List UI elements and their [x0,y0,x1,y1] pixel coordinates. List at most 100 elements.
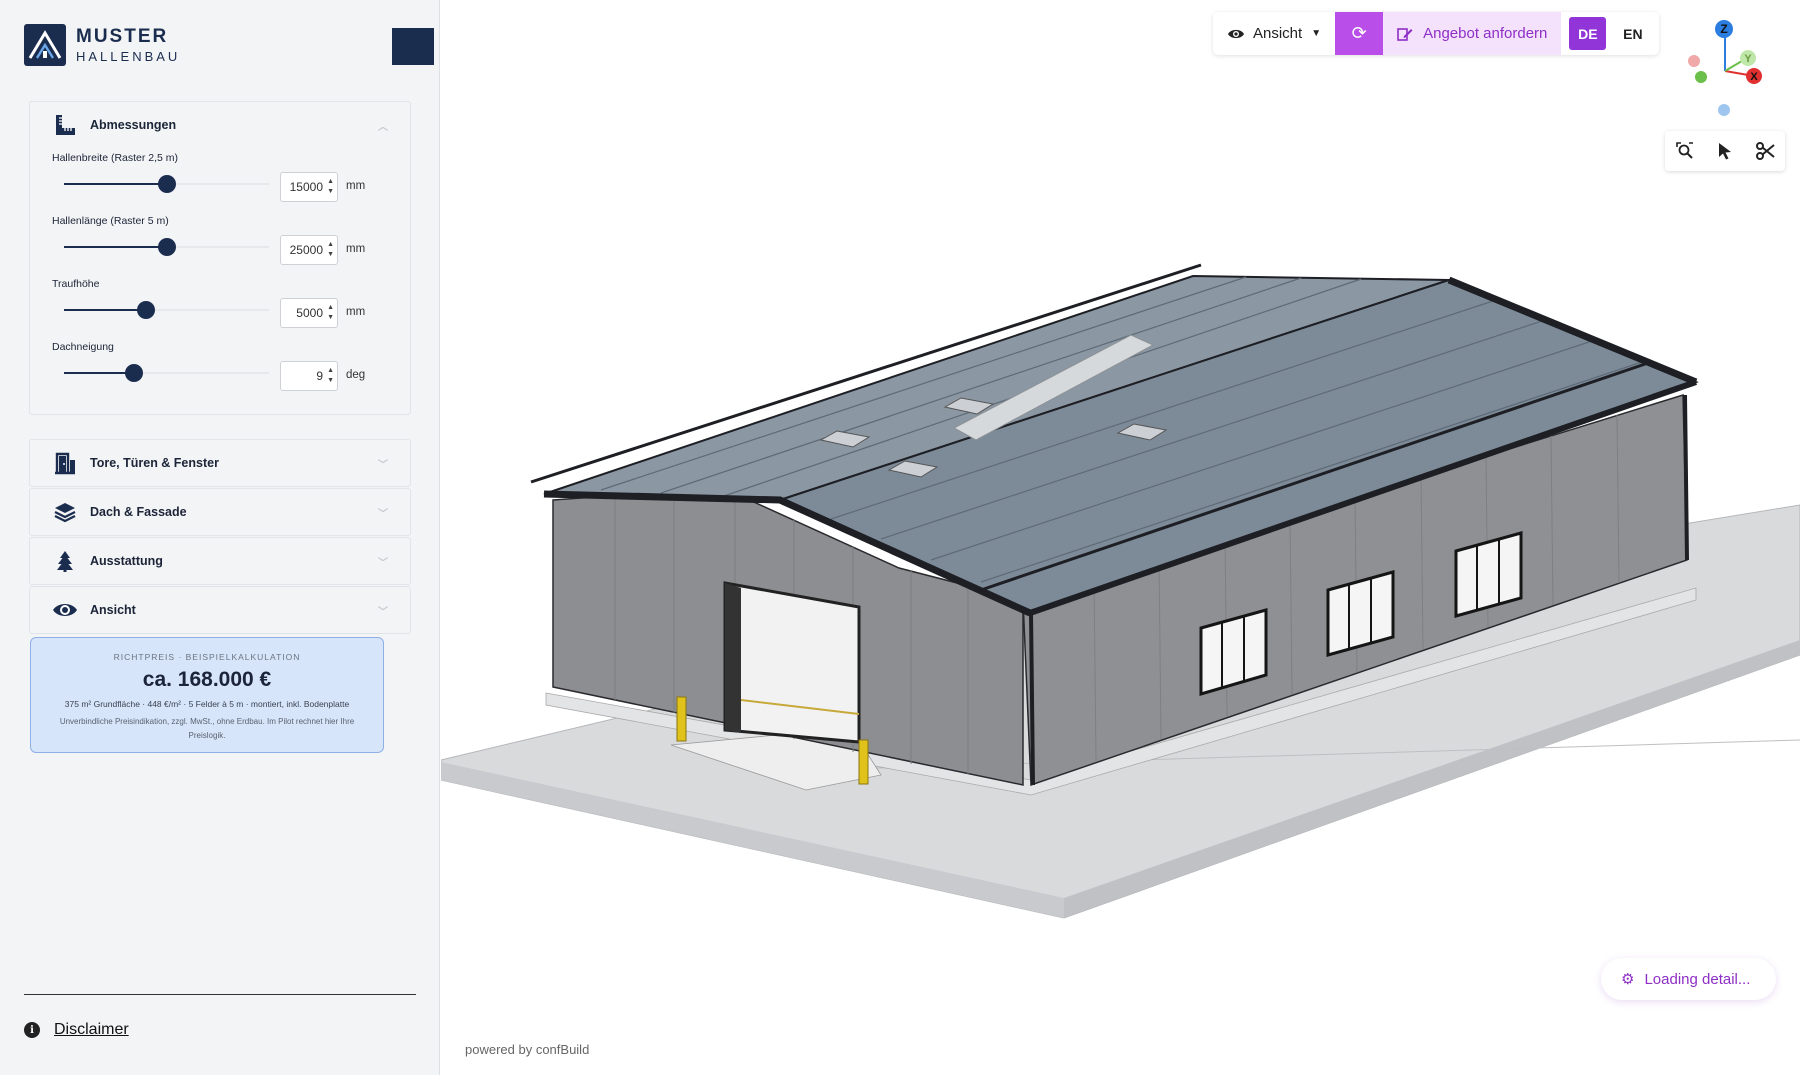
panel-roof-title: Dach & Fassade [90,505,187,519]
view-dropdown-label: Ansicht [1253,25,1303,42]
spinner-icon[interactable]: ▲ ▼ [327,177,334,197]
loading-label: Loading detail... [1644,970,1751,988]
price-detail: 375 m² Grundfläche · 448 €/m² · 5 Felder… [64,699,350,709]
panel-dimensions-header[interactable]: Abmessungen ︿ [30,102,410,148]
chevron-up-icon: ︿ [378,121,388,133]
door-icon [52,451,78,475]
zoom-fit-icon [1676,142,1693,159]
refresh-icon: ⟳ [1351,23,1367,43]
chevron-down-icon: ﹀ [378,508,388,520]
panel-roof-header[interactable]: Dach & Fassade ﹀ [30,489,410,535]
field-label: Traufhöhe [52,278,100,290]
ruler-icon [52,113,78,137]
eye-icon [52,598,78,622]
powered-by-label: powered by confBuild [465,1042,590,1057]
panel-view-header[interactable]: Ansicht ﹀ [30,587,410,633]
field-hall-length: Hallenlänge (Raster 5 m) 25000 ▲ ▼ mm [52,215,388,278]
edit-icon [1397,27,1413,41]
gear-icon: ⚙ [1621,971,1635,988]
brand-name: MUSTER [76,26,169,47]
roof-pitch-value: 9 [316,369,323,383]
price-note: Unverbindliche Preisindikation, zzgl. Mw… [59,717,355,740]
section-cut-button[interactable] [1745,131,1785,171]
slider-thumb[interactable] [157,238,176,256]
hall-length-input[interactable]: 25000 ▲ ▼ [280,235,338,265]
unit-label: deg [346,369,366,381]
panel-equipment[interactable]: Ausstattung ﹀ [29,537,411,585]
roof-pitch-input[interactable]: 9 ▲ ▼ [280,361,338,391]
field-roof-pitch: Dachneigung 9 ▲ ▼ deg [52,341,388,404]
hall-length-slider[interactable] [64,238,269,256]
scissors-icon [1756,142,1775,160]
slider-thumb[interactable] [157,175,176,193]
eaves-height-value: 5000 [296,306,323,320]
eye-icon [1228,29,1244,38]
field-label: Hallenlänge (Raster 5 m) [52,215,169,227]
unit-label: mm [346,180,366,192]
sidebar-divider [24,994,416,995]
info-icon: i [24,1022,40,1038]
unit-label: mm [346,243,366,255]
3d-viewport[interactable]: powered by confBuild [441,0,1800,1075]
top-toolbar: Ansicht ▼ ⟳ Angebot anfordern DE EN [1213,12,1660,55]
view-dropdown[interactable]: Ansicht ▼ [1213,12,1335,55]
axis-gizmo[interactable]: Z Y X [1680,14,1780,124]
axis-z-label: Z [1720,22,1727,36]
eaves-height-input[interactable]: 5000 ▲ ▼ [280,298,338,328]
chevron-down-icon: ﹀ [378,459,388,471]
panel-view-title: Ansicht [90,603,136,617]
chevron-down-icon: ﹀ [378,606,388,618]
eaves-height-slider[interactable] [64,301,269,319]
request-offer-button[interactable]: Angebot anfordern [1383,12,1562,55]
hall-length-value: 25000 [289,243,323,257]
building-3d-model[interactable] [441,0,1800,1075]
request-offer-label: Angebot anfordern [1423,25,1548,42]
hall-width-value: 15000 [289,180,323,194]
price-value: ca. 168.000 € [142,668,272,691]
language-en-button[interactable]: EN [1614,17,1651,50]
logo-icon [24,24,66,66]
disclaimer: i Disclaimer [24,1021,129,1039]
field-eaves-height: Traufhöhe 5000 ▲ ▼ mm [52,278,388,341]
chevron-down-icon: ﹀ [378,557,388,569]
language-de-button[interactable]: DE [1569,17,1607,50]
panel-roof[interactable]: Dach & Fassade ﹀ [29,488,411,536]
pointer-icon [1719,143,1731,160]
unit-label: mm [346,306,366,318]
panel-doors[interactable]: Tore, Türen & Fenster ﹀ [29,439,411,487]
axis-x-label: X [1750,71,1758,83]
sidebar: MUSTER HALLENBAU Abmessungen ︿ Hallenbre… [0,0,440,1075]
hall-width-slider[interactable] [64,175,269,193]
layers-icon [52,500,78,524]
panel-dimensions: Abmessungen ︿ Hallenbreite (Raster 2,5 m… [29,101,411,415]
zoom-fit-button[interactable] [1665,131,1705,171]
panel-equipment-title: Ausstattung [90,554,163,568]
refresh-button[interactable]: ⟳ [1335,12,1384,55]
field-label: Dachneigung [52,341,114,353]
roof-pitch-slider[interactable] [64,364,269,382]
panel-doors-title: Tore, Türen & Fenster [90,456,219,470]
panel-doors-header[interactable]: Tore, Türen & Fenster ﹀ [30,440,410,486]
view-tools [1665,131,1785,171]
axis-y-label: Y [1744,53,1752,65]
field-hall-width: Hallenbreite (Raster 2,5 m) 15000 ▲ ▼ mm [52,152,388,215]
spinner-icon[interactable]: ▲ ▼ [327,240,334,260]
slider-thumb[interactable] [124,364,143,382]
slider-thumb[interactable] [137,301,155,319]
hall-width-input[interactable]: 15000 ▲ ▼ [280,172,338,202]
caret-down-icon: ▼ [1311,28,1322,39]
tree-icon [52,549,78,573]
panel-view[interactable]: Ansicht ﹀ [29,586,411,634]
sidebar-toggle-button[interactable] [392,28,434,65]
panel-dimensions-title: Abmessungen [90,118,177,132]
brand-subtitle: HALLENBAU [76,49,181,64]
field-label: Hallenbreite (Raster 2,5 m) [52,152,179,164]
spinner-icon[interactable]: ▲ ▼ [327,303,334,323]
loading-indicator: ⚙ Loading detail... [1601,958,1776,1000]
price-eyebrow: RICHTPREIS · BEISPIELKALKULATION [113,652,301,662]
panel-equipment-header[interactable]: Ausstattung ﹀ [30,538,410,584]
brand-logo[interactable]: MUSTER HALLENBAU [24,24,180,66]
disclaimer-link[interactable]: Disclaimer [54,1021,129,1039]
select-button[interactable] [1705,131,1745,171]
spinner-icon[interactable]: ▲ ▼ [327,366,334,386]
